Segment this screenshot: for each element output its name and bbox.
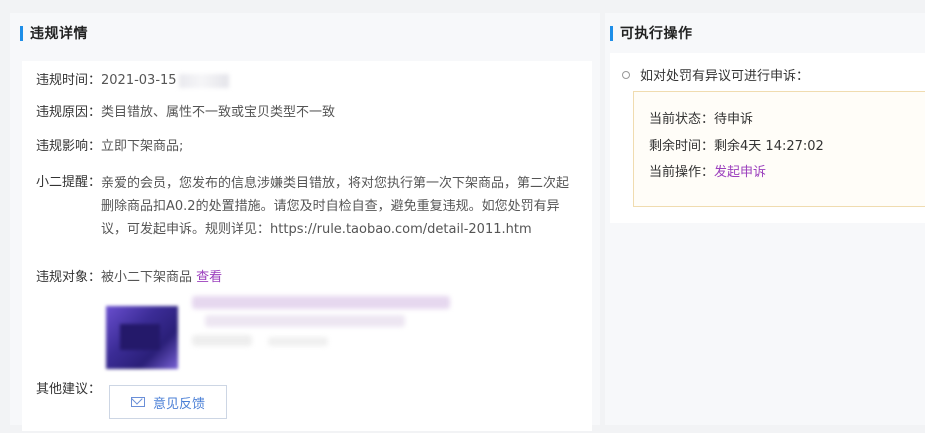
current-operation-line: 当前操作：发起申诉 xyxy=(649,162,766,184)
violation-time-text: 2021-03-15 xyxy=(101,73,177,88)
product-thumbnail[interactable] xyxy=(106,306,178,369)
violation-impact-row: 违规影响： 立即下架商品; xyxy=(36,136,183,158)
violation-target-row: 违规对象： 被小二下架商品 查看 xyxy=(36,267,222,289)
available-actions-header: 可执行操作 xyxy=(605,13,925,53)
remaining-time-value: 剩余4天 14:27:02 xyxy=(714,139,824,154)
header-accent-bar xyxy=(20,25,23,41)
blurred-product-meta xyxy=(192,335,252,346)
available-actions-panel: 可执行操作 如对处罚有异议可进行申诉： 当前状态：待申诉 剩余时间：剩余4天 1… xyxy=(605,13,925,425)
feedback-button[interactable]: 意见反馈 xyxy=(109,385,227,419)
view-link[interactable]: 查看 xyxy=(196,270,222,285)
remaining-time-label: 剩余时间： xyxy=(649,139,715,154)
product-thumbnail-inner xyxy=(120,324,160,350)
staff-tip-value: 亲爱的会员，您发布的信息涉嫌类目错放，将对您执行第一次下架商品，第二次起删除商品… xyxy=(101,176,570,237)
feedback-button-label: 意见反馈 xyxy=(152,396,205,412)
violation-details-header: 违规详情 xyxy=(10,13,600,53)
violation-reason-label: 违规原因： xyxy=(36,105,102,120)
violation-impact-value: 立即下架商品; xyxy=(101,139,184,154)
appeal-hint-text: 如对处罚有异议可进行申诉： xyxy=(640,69,810,84)
bullet-circle-icon xyxy=(622,70,630,79)
violation-target-text: 被小二下架商品 xyxy=(101,270,193,285)
violation-details-body: 违规时间： 2021-03-15 违规原因： 类目错放、属性不一致或宝贝类型不一… xyxy=(22,61,592,431)
violation-target-label: 违规对象： xyxy=(36,270,102,285)
blurred-product-meta-2 xyxy=(268,337,328,346)
header-accent-bar xyxy=(610,25,613,41)
appeal-hint: 如对处罚有异议可进行申诉： xyxy=(622,65,809,84)
panel-title: 可执行操作 xyxy=(620,26,693,42)
blurred-product-subtitle xyxy=(205,315,405,327)
violation-time-label: 违规时间： xyxy=(36,73,102,88)
violation-time-row: 违规时间： 2021-03-15 xyxy=(36,70,229,92)
remaining-time-line: 剩余时间：剩余4天 14:27:02 xyxy=(649,136,824,158)
violation-details-panel: 违规详情 违规时间： 2021-03-15 违规原因： 类目错放、属性不一致或宝… xyxy=(10,13,600,431)
current-status-value: 待申诉 xyxy=(714,112,754,127)
staff-tip-row: 小二提醒： 亲爱的会员，您发布的信息涉嫌类目错放，将对您执行第一次下架商品，第二… xyxy=(36,172,571,241)
mail-icon xyxy=(130,397,145,407)
violation-reason-value: 类目错放、属性不一致或宝贝类型不一致 xyxy=(101,105,336,120)
page-root: 违规详情 违规时间： 2021-03-15 违规原因： 类目错放、属性不一致或宝… xyxy=(0,0,925,433)
panel-title: 违规详情 xyxy=(30,26,88,42)
current-status-line: 当前状态：待申诉 xyxy=(649,109,753,131)
staff-tip-label: 小二提醒： xyxy=(36,175,102,190)
other-suggestion-row: 其他建议： xyxy=(36,379,101,401)
current-status-label: 当前状态： xyxy=(649,112,715,127)
appeal-status-box: 当前状态：待申诉 剩余时间：剩余4天 14:27:02 当前操作：发起申诉 xyxy=(633,91,925,207)
current-operation-label: 当前操作： xyxy=(649,165,715,180)
violation-target-value: 被小二下架商品 查看 xyxy=(101,267,222,289)
violation-reason-row: 违规原因： 类目错放、属性不一致或宝贝类型不一致 xyxy=(36,102,335,124)
blurred-product-title xyxy=(192,296,450,309)
available-actions-body: 如对处罚有异议可进行申诉： 当前状态：待申诉 剩余时间：剩余4天 14:27:0… xyxy=(610,53,925,223)
blurred-time xyxy=(178,73,229,88)
submit-appeal-link[interactable]: 发起申诉 xyxy=(714,165,766,180)
other-suggestion-label: 其他建议： xyxy=(36,382,102,397)
violation-time-value: 2021-03-15 xyxy=(101,70,229,92)
violation-impact-label: 违规影响： xyxy=(36,139,102,154)
